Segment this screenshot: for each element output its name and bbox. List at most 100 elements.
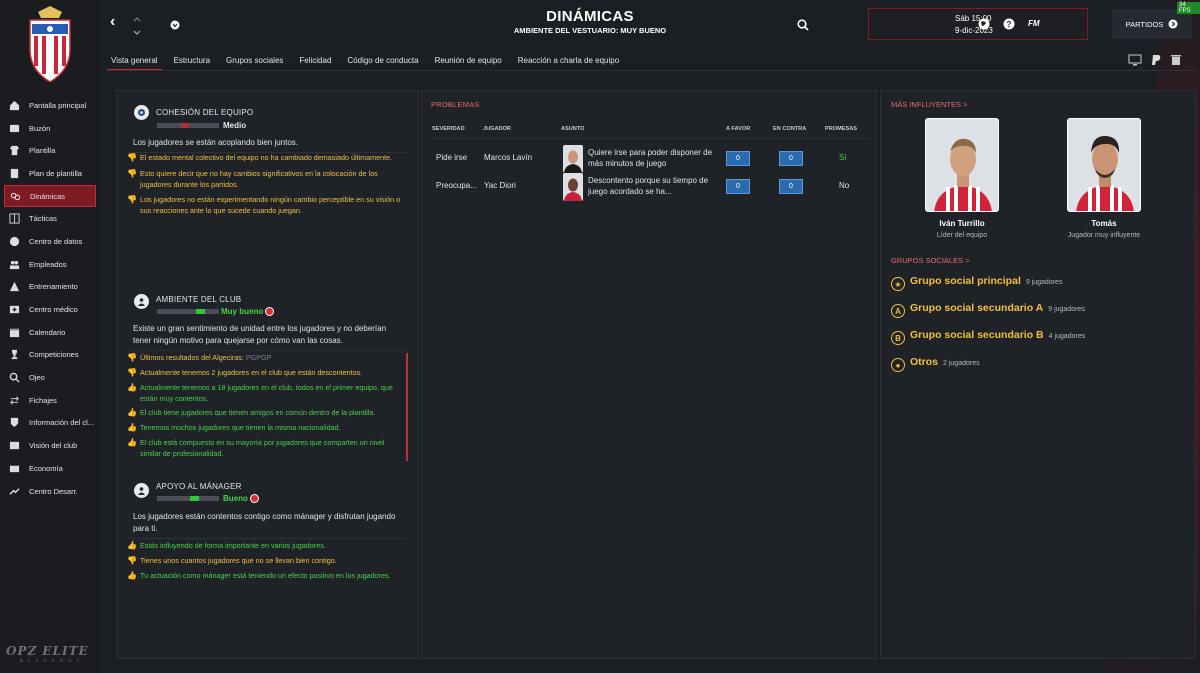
player-cell[interactable]: Yac Diori xyxy=(484,181,516,190)
sidebar-item[interactable]: Empleados xyxy=(0,253,100,276)
scrollbar[interactable] xyxy=(406,353,408,461)
fact-text: Esto quiere decir que no hay cambios sig… xyxy=(140,169,378,189)
paypal-icon[interactable] xyxy=(1150,54,1162,66)
most-influential-link[interactable]: MÁS INFLUYENTES > xyxy=(891,100,967,109)
fact-item: 👍 Tenemos muchos jugadores que tienen la … xyxy=(127,423,395,434)
fact-item: 👎 Actualmente tenemos 2 jugadores en el c… xyxy=(127,368,395,379)
club-crest[interactable] xyxy=(26,6,74,82)
tab[interactable]: Felicidad xyxy=(295,56,335,71)
sidebar-item[interactable]: Ojeo xyxy=(0,366,100,389)
sidebar-item[interactable]: Plantilla xyxy=(0,139,100,162)
column-header[interactable]: EN CONTRA xyxy=(773,126,806,132)
skin-logo-subtitle: BLACKOUT xyxy=(20,658,85,663)
thumbs-neutral-icon: 👎 xyxy=(127,353,137,362)
sidebar-item-label: Entrenamiento xyxy=(29,282,78,292)
sidebar-item-label: Calendario xyxy=(29,327,66,337)
social-group-count: 4 jugadores xyxy=(1048,332,1086,340)
dropdown-circle-icon[interactable] xyxy=(170,20,180,30)
against-count-box[interactable]: 0 xyxy=(779,151,803,166)
social-group-name[interactable]: Grupo social secundario B xyxy=(910,329,1044,341)
player-name[interactable]: Iván Turrillo xyxy=(892,219,1032,228)
for-count-box[interactable]: 0 xyxy=(726,151,750,166)
tab[interactable]: Reacción a charla de equipo xyxy=(514,56,623,71)
data-icon xyxy=(9,236,20,247)
sidebar-item[interactable]: Plan de plantilla xyxy=(0,162,100,185)
tab-bar: Vista general Estructura Grupos sociales Fe… xyxy=(107,56,623,71)
column-header[interactable]: PROMESAS xyxy=(825,126,857,132)
svg-text:?: ? xyxy=(1007,20,1012,29)
sidebar-item-label: Dinámicas xyxy=(30,191,66,201)
game-date[interactable]: Sáb 15:00 9-dic-2023 xyxy=(955,13,993,37)
cohesion-summary: Los jugadores se están acoplando bien ju… xyxy=(133,138,299,147)
sidebar-item[interactable]: Información del cl... xyxy=(0,412,100,435)
sidebar-item[interactable]: Fichajes xyxy=(0,389,100,412)
sidebar: Pantalla principal Buzón Plantilla Plan de … xyxy=(0,0,100,673)
sidebar-item[interactable]: Entrenamiento xyxy=(0,276,100,299)
sidebar-item[interactable]: Pantalla principal xyxy=(0,94,100,117)
player-cell[interactable]: Marcos Lavín xyxy=(484,153,532,162)
sidebar-item[interactable]: Dinámicas xyxy=(4,184,96,208)
social-group-item[interactable]: B Grupo social secundario B 4 jugadores xyxy=(891,328,1086,345)
thumbs-up-icon: 👍 xyxy=(127,571,137,580)
column-header[interactable]: ASUNTO xyxy=(561,126,585,132)
tab[interactable]: Estructura xyxy=(170,56,214,71)
manager-support-rating-label: Bueno xyxy=(223,494,248,503)
sidebar-item-label: Centro Desarr. xyxy=(29,486,78,496)
skin-logo-title: OPZ ELITE xyxy=(6,644,89,658)
up-down-arrows-icon[interactable] xyxy=(132,16,142,36)
social-groups-link[interactable]: GRUPOS SOCIALES > xyxy=(891,256,970,265)
manager-support-summary: Los jugadores están contentos contigo co… xyxy=(133,512,396,533)
sidebar-item[interactable]: Competiciones xyxy=(0,344,100,367)
finances-icon xyxy=(9,463,20,474)
player-photo[interactable] xyxy=(563,173,583,201)
help-icon[interactable]: ? xyxy=(1003,18,1015,30)
player-photo[interactable] xyxy=(1067,118,1141,212)
fact-item: 👎 Tienes unos cuantos jugadores que no se… xyxy=(127,556,395,567)
thumbs-down-icon: 👎 xyxy=(127,556,137,565)
tab[interactable]: Vista general xyxy=(107,56,162,71)
fact-text: Actualmente tenemos 2 jugadores en el cl… xyxy=(140,368,363,377)
sidebar-item[interactable]: Buzón xyxy=(0,117,100,140)
sidebar-item[interactable]: Centro médico xyxy=(0,298,100,321)
social-group-name[interactable]: Otros xyxy=(910,356,938,368)
star-icon: ★ xyxy=(891,277,905,291)
tab[interactable]: Reunión de equipo xyxy=(431,56,506,71)
social-group-item[interactable]: ★ Grupo social principal 9 jugadores xyxy=(891,274,1062,291)
influence-panel: MÁS INFLUYENTES > Iván Turrillo Líder de… xyxy=(880,90,1196,659)
column-header[interactable]: SEVERIDAD xyxy=(432,126,465,132)
sidebar-item[interactable]: Calendario xyxy=(0,321,100,344)
social-group-item[interactable]: A Grupo social secundario A 9 jugadores xyxy=(891,301,1085,318)
social-group-name[interactable]: Grupo social principal xyxy=(910,275,1021,287)
social-group-item[interactable]: ● Otros 2 jugadores xyxy=(891,355,980,372)
sidebar-item[interactable]: Economía xyxy=(0,457,100,480)
trend-down-icon xyxy=(265,307,275,317)
thumbs-up-icon: 👍 xyxy=(127,408,137,417)
search-icon[interactable] xyxy=(797,19,809,31)
screen-icon[interactable] xyxy=(1128,54,1142,66)
social-group-name[interactable]: Grupo social secundario A xyxy=(910,302,1043,314)
tab[interactable]: Código de conducta xyxy=(343,56,422,71)
sidebar-item[interactable]: Centro de datos xyxy=(0,230,100,253)
letter-a-icon: A xyxy=(891,304,905,318)
for-count-box[interactable]: 0 xyxy=(726,179,750,194)
sidebar-item[interactable]: Tácticas xyxy=(0,207,100,230)
column-header[interactable]: JUGADOR xyxy=(483,126,511,132)
player-photo[interactable] xyxy=(925,118,999,212)
promises-cell: No xyxy=(839,181,850,190)
fm-logo[interactable]: FM xyxy=(1028,19,1040,28)
transfers-icon xyxy=(9,395,20,406)
column-header[interactable]: A FAVOR xyxy=(726,126,750,132)
against-count-box[interactable]: 0 xyxy=(779,179,803,194)
recent-results-label: Últimos resultados del Algeciras: xyxy=(140,353,244,362)
back-icon[interactable]: ‹ xyxy=(110,13,115,31)
trash-icon[interactable] xyxy=(1170,54,1182,66)
tab[interactable]: Grupos sociales xyxy=(222,56,287,71)
sidebar-item[interactable]: Centro Desarr. xyxy=(0,480,100,503)
sidebar-item[interactable]: Visión del club xyxy=(0,434,100,457)
fact-text: Los jugadores no están experimentando ni… xyxy=(140,195,401,215)
development-icon xyxy=(9,486,20,497)
thumbs-down-icon: 👎 xyxy=(127,169,137,178)
fact-item: 👍 El club tiene jugadores que tienen amig… xyxy=(127,408,395,419)
player-photo[interactable] xyxy=(563,145,583,173)
player-name[interactable]: Tomás xyxy=(1034,219,1174,228)
